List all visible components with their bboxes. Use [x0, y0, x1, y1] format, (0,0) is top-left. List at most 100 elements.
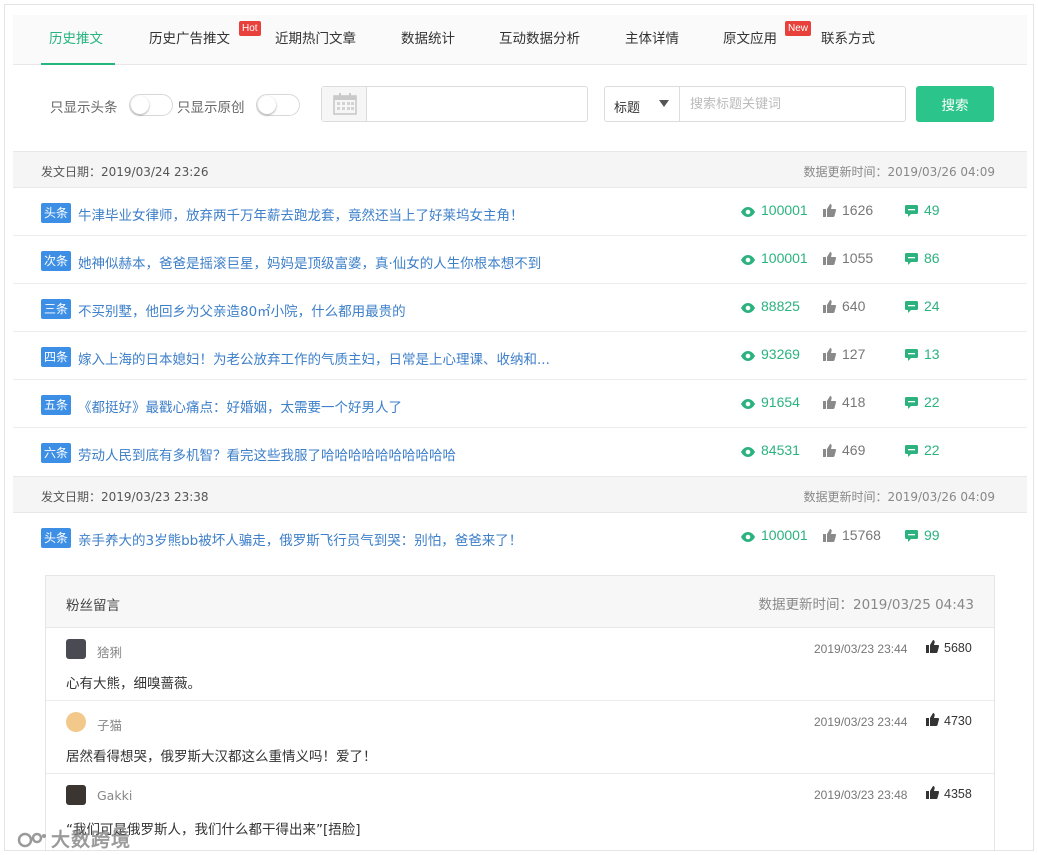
thumbs-up-icon — [926, 713, 940, 726]
article-row: 六条 劳动人民到底有多机智？看完这些我服了哈哈哈哈哈哈哈哈哈哈 84531 46… — [13, 428, 1027, 476]
article-row: 次条 她神似赫本，爸爸是摇滚巨星，妈妈是顶级富婆，真·仙女的人生你根本想不到 1… — [13, 236, 1027, 284]
hot-badge: Hot — [239, 21, 261, 36]
search-field-select[interactable]: 标题 — [604, 86, 679, 122]
tab-data-stats[interactable]: 数据统计 — [401, 15, 455, 65]
tab-history-ads[interactable]: 历史广告推文 — [149, 15, 230, 65]
eye-icon — [741, 303, 755, 313]
commenter-name: 猞猁 — [97, 645, 123, 660]
tab-history-posts[interactable]: 历史推文 — [41, 15, 115, 65]
article-title-link[interactable]: 亲手养大的3岁熊bb被坏人骗走，俄罗斯飞行员气到哭：别怕，爸爸来了！ — [78, 529, 638, 549]
group-header: 发文日期：2019/03/24 23:26 数据更新时间：2019/03/26 … — [13, 151, 1027, 188]
select-value: 标题 — [614, 101, 641, 116]
read-count: 100001 — [741, 202, 808, 218]
comment-count: 22 — [905, 442, 940, 458]
article-row: 四条 嫁入上海的日本媳妇！为老公放弃工作的气质主妇，日常是上心理课、收纳和...… — [13, 332, 1027, 380]
headline-only-label: 只显示头条 — [50, 100, 118, 116]
search-button[interactable]: 搜索 — [916, 86, 994, 122]
comments-header: 粉丝留言 数据更新时间：2019/03/25 04:43 — [46, 576, 994, 628]
tab-contact[interactable]: 联系方式 — [821, 15, 875, 65]
comment-count: 22 — [905, 394, 940, 410]
article-title-link[interactable]: 劳动人民到底有多机智？看完这些我服了哈哈哈哈哈哈哈哈哈哈 — [78, 444, 638, 464]
filter-bar: 只显示头条 只显示原创 标题 搜索 — [5, 83, 1033, 127]
toggle-knob — [258, 96, 276, 114]
comment-icon — [905, 349, 918, 361]
comments-update-time: 数据更新时间：2019/03/25 04:43 — [758, 597, 974, 613]
comment-item: 子猫 2019/03/23 23:44 4730 居然看得想哭，俄罗斯大汉都这么… — [46, 701, 994, 774]
thumbs-up-icon — [823, 396, 837, 409]
article-title-link[interactable]: 《都挺好》最戳心痛点：好婚姻，太需要一个好男人了 — [78, 396, 638, 416]
rank-badge: 六条 — [41, 443, 72, 463]
like-count: 418 — [823, 394, 865, 410]
like-count: 469 — [823, 442, 865, 458]
eye-icon — [741, 255, 755, 265]
comment-icon — [905, 445, 918, 457]
group-header: 发文日期：2019/03/23 23:38 数据更新时间：2019/03/26 … — [13, 476, 1027, 513]
data-update-time: 数据更新时间：2019/03/26 04:09 — [803, 490, 995, 504]
comment-count: 86 — [905, 250, 940, 266]
read-count: 91654 — [741, 394, 800, 410]
comment-count: 99 — [905, 527, 940, 543]
tab-label: 原文应用 — [723, 31, 777, 47]
eye-icon — [741, 207, 755, 217]
comment-item: Gakki 2019/03/23 23:48 4358 “我们可是俄罗斯人，我们… — [46, 774, 994, 847]
rank-badge: 三条 — [41, 299, 72, 319]
rank-badge: 头条 — [41, 203, 72, 223]
article-row: 头条 牛津毕业女律师，放弃两千万年薪去跑龙套，竟然还当上了好莱坞女主角！ 100… — [13, 188, 1027, 236]
app-frame: 历史推文 历史广告推文 Hot 近期热门文章 数据统计 互动数据分析 主体详情 … — [4, 4, 1034, 851]
comment-text: 居然看得想哭，俄罗斯大汉都这么重情义吗！爱了！ — [66, 749, 377, 765]
tab-label: 历史推文 — [49, 31, 103, 47]
comment-like-count: 4358 — [926, 786, 972, 801]
like-count: 127 — [823, 346, 865, 362]
toggle-knob — [131, 96, 149, 114]
eye-icon — [741, 447, 755, 457]
like-count: 15768 — [823, 527, 881, 543]
comment-icon — [905, 397, 918, 409]
original-only-label: 只显示原创 — [177, 100, 245, 116]
tab-interaction-analysis[interactable]: 互动数据分析 — [499, 15, 580, 65]
article-title-link[interactable]: 嫁入上海的日本媳妇！为老公放弃工作的气质主妇，日常是上心理课、收纳和... — [78, 348, 638, 368]
thumbs-up-icon — [823, 252, 837, 265]
article-title-link[interactable]: 牛津毕业女律师，放弃两千万年薪去跑龙套，竟然还当上了好莱坞女主角！ — [78, 204, 638, 224]
thumbs-up-icon — [823, 529, 837, 542]
rank-badge: 五条 — [41, 395, 72, 415]
article-row: 五条 《都挺好》最戳心痛点：好婚姻，太需要一个好男人了 91654 418 22 — [13, 380, 1027, 428]
date-picker[interactable] — [321, 86, 588, 122]
tab-entity-details[interactable]: 主体详情 — [625, 15, 679, 65]
thumbs-up-icon — [926, 786, 940, 799]
comment-icon — [905, 205, 918, 217]
data-update-time: 数据更新时间：2019/03/26 04:09 — [803, 165, 995, 179]
tab-bar: 历史推文 历史广告推文 Hot 近期热门文章 数据统计 互动数据分析 主体详情 … — [13, 15, 1027, 65]
comment-icon — [905, 253, 918, 265]
avatar — [66, 785, 86, 805]
comment-icon — [905, 530, 918, 542]
comment-time: 2019/03/23 23:48 — [814, 788, 908, 802]
read-count: 100001 — [741, 527, 808, 543]
comment-item: 猞猁 2019/03/23 23:44 5680 心有大熊，细嗅蔷薇。 — [46, 628, 994, 701]
search-input[interactable] — [679, 86, 906, 122]
comment-time: 2019/03/23 23:44 — [814, 642, 908, 656]
commenter-name: Gakki — [97, 788, 133, 803]
article-title-link[interactable]: 不买别墅，他回乡为父亲造80㎡小院，什么都用最贵的 — [78, 300, 638, 320]
avatar — [66, 639, 86, 659]
tab-label: 历史广告推文 — [149, 31, 230, 47]
calendar-icon[interactable] — [322, 87, 367, 121]
tab-original-app[interactable]: 原文应用 — [723, 15, 777, 65]
eye-icon — [741, 399, 755, 409]
eye-icon — [741, 351, 755, 361]
publish-date: 发文日期：2019/03/24 23:26 — [41, 165, 209, 179]
tab-recent-hot[interactable]: 近期热门文章 — [275, 15, 356, 65]
article-title-link[interactable]: 她神似赫本，爸爸是摇滚巨星，妈妈是顶级富婆，真·仙女的人生你根本想不到 — [78, 252, 638, 272]
comment-icon — [905, 301, 918, 313]
thumbs-up-icon — [823, 348, 837, 361]
original-only-toggle[interactable] — [256, 94, 300, 116]
thumbs-up-icon — [823, 300, 837, 313]
comments-title: 粉丝留言 — [66, 598, 120, 614]
fan-comments-panel: 粉丝留言 数据更新时间：2019/03/25 04:43 猞猁 2019/03/… — [45, 575, 995, 850]
watermark: 大数跨境 — [17, 825, 131, 850]
article-row: 头条 亲手养大的3岁熊bb被坏人骗走，俄罗斯飞行员气到哭：别怕，爸爸来了！ 10… — [13, 513, 1027, 561]
comment-like-count: 5680 — [926, 640, 972, 655]
headline-only-toggle[interactable] — [129, 94, 173, 116]
comment-time: 2019/03/23 23:44 — [814, 715, 908, 729]
tab-label: 联系方式 — [821, 31, 875, 47]
article-row: 三条 不买别墅，他回乡为父亲造80㎡小院，什么都用最贵的 88825 640 2… — [13, 284, 1027, 332]
